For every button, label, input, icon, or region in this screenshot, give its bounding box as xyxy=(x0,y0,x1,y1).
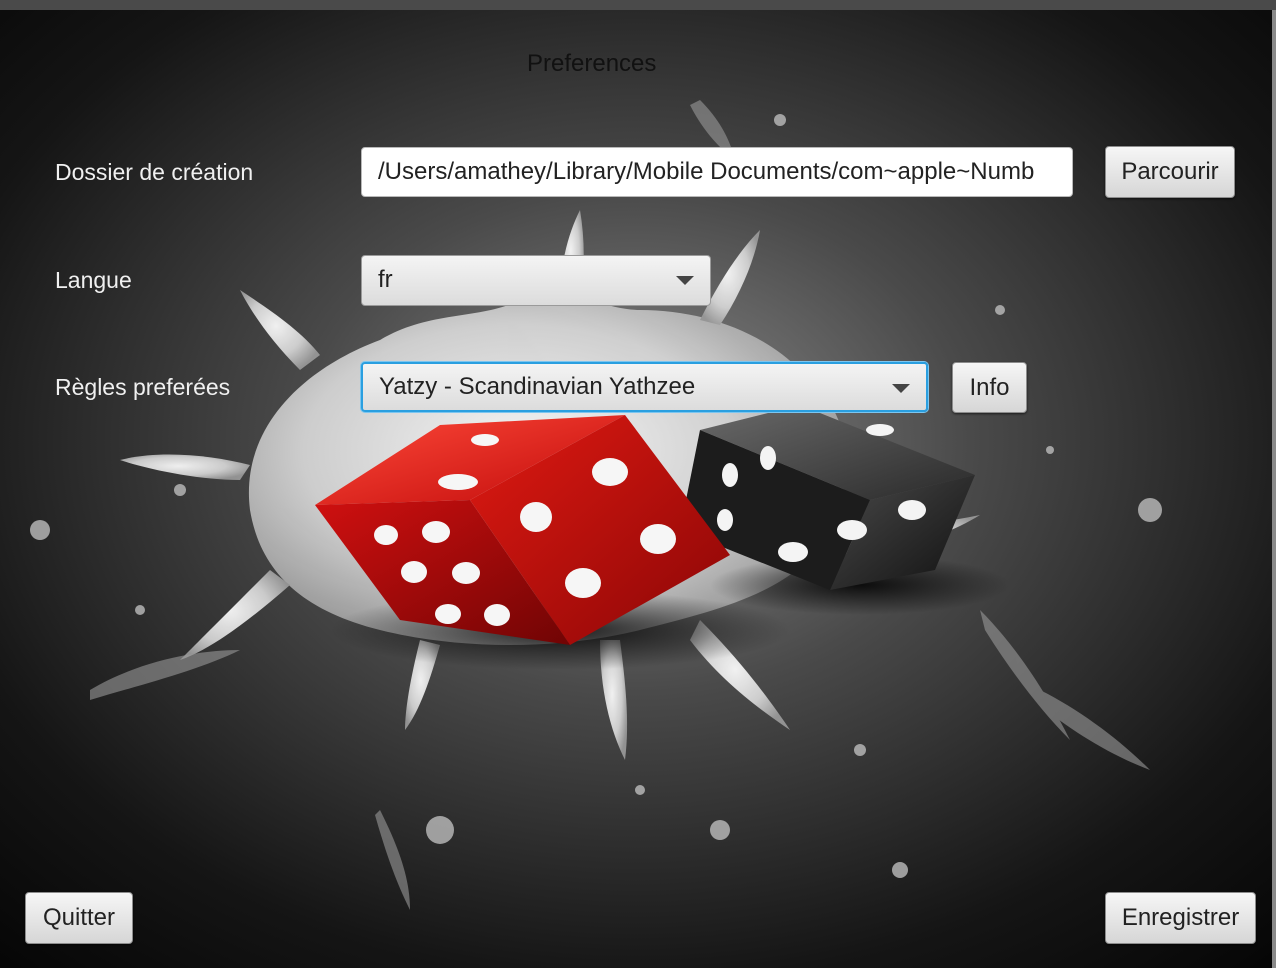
language-select[interactable]: fr xyxy=(361,255,711,306)
preferences-window: Preferences Dossier de création /Users/a… xyxy=(0,0,1276,968)
browse-button[interactable]: Parcourir xyxy=(1105,146,1235,198)
dialog-title: Preferences xyxy=(527,50,657,77)
info-button[interactable]: Info xyxy=(952,362,1027,413)
rules-label: Règles preferées xyxy=(55,374,231,400)
window-right-edge xyxy=(1272,10,1276,968)
folder-path-input[interactable]: /Users/amathey/Library/Mobile Documents/… xyxy=(361,147,1073,197)
window-top-bar xyxy=(0,0,1276,10)
folder-label: Dossier de création xyxy=(55,159,254,185)
language-label: Langue xyxy=(55,267,132,293)
save-button[interactable]: Enregistrer xyxy=(1105,892,1256,944)
rules-select-value: Yatzy - Scandinavian Yathzee xyxy=(379,373,696,400)
language-select-value: fr xyxy=(378,266,393,293)
quit-button[interactable]: Quitter xyxy=(25,892,133,944)
rules-select[interactable]: Yatzy - Scandinavian Yathzee xyxy=(361,362,928,412)
chevron-down-icon xyxy=(676,276,694,285)
chevron-down-icon xyxy=(892,384,910,393)
